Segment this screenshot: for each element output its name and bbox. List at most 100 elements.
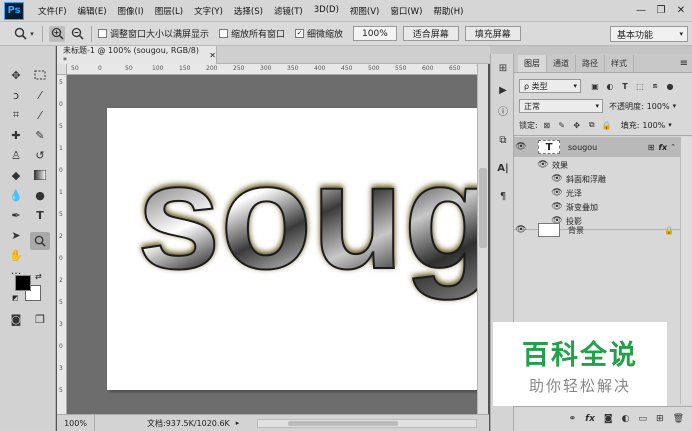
effects-header-row[interactable]: 👁 效果: [514, 158, 680, 172]
gradient-tool-icon[interactable]: [30, 166, 50, 184]
status-arrow-icon[interactable]: ▸: [236, 419, 240, 427]
close-tab-icon[interactable]: ✕: [209, 51, 216, 60]
close-button[interactable]: ✕: [672, 2, 690, 18]
tab-layers[interactable]: 图层: [518, 55, 547, 72]
canvas-area[interactable]: soug: [67, 75, 477, 414]
tab-channels[interactable]: 通道: [547, 55, 576, 72]
eyedropper-tool-icon[interactable]: ⁄: [30, 106, 50, 124]
clone-stamp-tool-icon[interactable]: ♙: [6, 146, 26, 164]
magic-wand-tool-icon[interactable]: ⁄: [30, 86, 50, 104]
layer-name[interactable]: sougou: [568, 143, 597, 152]
checkbox-checked[interactable]: ✓: [295, 29, 305, 38]
link-layers-icon[interactable]: ⚭: [569, 414, 577, 424]
screen-mode-icon[interactable]: ❐: [30, 310, 50, 328]
fill-value[interactable]: 100%: [642, 121, 665, 130]
new-layer-icon[interactable]: ⊞: [656, 414, 664, 424]
tab-paths[interactable]: 路径: [576, 55, 605, 72]
panel-menu-icon[interactable]: ≡: [680, 58, 688, 69]
checkbox-box[interactable]: [98, 29, 107, 38]
hand-tool-icon[interactable]: ✋: [6, 246, 26, 264]
document-tab[interactable]: 未标题-1 @ 100% (sougou, RGB/8) * ✕: [57, 46, 217, 65]
adjustments-panel-icon[interactable]: ⧉: [494, 132, 512, 149]
layer-name[interactable]: 背景: [568, 225, 584, 236]
horizontal-scrollbar[interactable]: [257, 419, 477, 428]
scrubby-zoom-checkbox[interactable]: ✓ 细微缩放: [295, 27, 343, 40]
zoom-in-icon[interactable]: [49, 25, 65, 42]
restore-button[interactable]: ❐: [652, 2, 670, 18]
menu-item[interactable]: 视图(V): [350, 5, 379, 17]
info-panel-icon[interactable]: ⓘ: [494, 102, 512, 119]
layers-scrollbar[interactable]: [680, 137, 692, 404]
filter-kind-select[interactable]: ρ 类型 ▾: [519, 79, 581, 93]
fit-screen-button[interactable]: 适合屏幕: [402, 26, 459, 41]
vertical-scroll-thumb[interactable]: [479, 168, 487, 248]
visibility-eye-icon[interactable]: 👁: [550, 174, 564, 184]
character-panel-icon[interactable]: A|: [494, 160, 512, 177]
layer-row-text[interactable]: 👁 T sougou ⊞ fx ⌃: [514, 137, 680, 157]
type-tool-icon[interactable]: T: [30, 206, 50, 224]
lasso-tool-icon[interactable]: ↄ: [6, 86, 26, 104]
lock-image-icon[interactable]: ✎: [556, 119, 568, 131]
lock-position-icon[interactable]: ✥: [571, 119, 583, 131]
opacity-value[interactable]: 100%: [647, 102, 670, 111]
menu-item[interactable]: 选择(S): [234, 5, 263, 17]
effect-row[interactable]: 👁 光泽: [514, 186, 680, 200]
quick-mask-icon[interactable]: ◙: [6, 310, 26, 328]
document-canvas[interactable]: soug: [107, 108, 477, 390]
filter-toggle-icon[interactable]: ●: [664, 80, 676, 92]
default-colors-icon[interactable]: ◩: [12, 294, 19, 302]
visibility-eye-icon[interactable]: 👁: [550, 202, 564, 212]
minimize-button[interactable]: —: [632, 2, 650, 18]
menu-item[interactable]: 帮助(H): [433, 5, 463, 17]
zoom-all-windows-checkbox[interactable]: 缩放所有窗口: [219, 27, 285, 40]
eraser-tool-icon[interactable]: ◆: [6, 166, 26, 184]
fill-screen-button[interactable]: 填充屏幕: [464, 26, 521, 41]
marquee-tool-icon[interactable]: [30, 66, 50, 84]
visibility-eye-icon[interactable]: 👁: [514, 142, 528, 152]
new-group-icon[interactable]: ▭: [639, 414, 648, 424]
pen-tool-icon[interactable]: ✒: [6, 206, 26, 224]
menu-item[interactable]: 图层(L): [155, 5, 183, 17]
menu-item[interactable]: 文件(F): [38, 5, 67, 17]
zoom-out-icon[interactable]: [69, 26, 85, 42]
workspace-select[interactable]: 基本功能 ▾: [610, 26, 688, 42]
layer-row-background[interactable]: 👁 背景 🔒: [514, 220, 680, 240]
filter-shape-icon[interactable]: ⬚: [634, 80, 646, 92]
play-actions-icon[interactable]: ▶: [494, 82, 512, 99]
chevron-down-icon[interactable]: ▾: [673, 102, 677, 110]
add-style-icon[interactable]: fx: [585, 414, 595, 424]
menu-item[interactable]: 3D(D): [314, 5, 339, 17]
resize-windows-checkbox[interactable]: 调整窗口大小以满屏显示: [98, 27, 209, 40]
delete-layer-icon[interactable]: 🗑: [673, 414, 684, 424]
blend-mode-select[interactable]: 正常 ▾: [519, 99, 603, 113]
filter-type-icon[interactable]: T: [619, 80, 631, 92]
zoom-value-field[interactable]: 100%: [353, 26, 397, 41]
add-mask-icon[interactable]: ◙: [604, 414, 613, 424]
chevron-up-icon[interactable]: ⌃: [670, 143, 676, 151]
visibility-eye-icon[interactable]: 👁: [514, 225, 528, 235]
filter-adjustment-icon[interactable]: ◐: [604, 80, 616, 92]
history-panel-icon[interactable]: ⊞: [494, 60, 512, 77]
blur-tool-icon[interactable]: 💧: [6, 186, 26, 204]
filter-pixel-icon[interactable]: ▣: [589, 80, 601, 92]
panel-collapse-bar[interactable]: [490, 46, 692, 54]
checkbox-box[interactable]: [219, 29, 229, 38]
menu-item[interactable]: 窗口(W): [390, 5, 422, 17]
lock-artboard-icon[interactable]: ⧉: [586, 119, 598, 131]
effect-row[interactable]: 👁 斜面和浮雕: [514, 172, 680, 186]
new-adjustment-icon[interactable]: ◐: [622, 414, 630, 424]
zoom-tool-icon[interactable]: [30, 232, 50, 250]
filter-smart-object-icon[interactable]: ⧈: [649, 80, 661, 92]
status-zoom[interactable]: 100%: [57, 415, 95, 431]
menu-item[interactable]: 编辑(E): [78, 5, 107, 17]
menu-item[interactable]: 文字(Y): [194, 5, 223, 17]
paragraph-panel-icon[interactable]: ¶: [494, 188, 512, 205]
tab-styles[interactable]: 样式: [605, 55, 634, 72]
chevron-down-icon[interactable]: ▾: [668, 121, 672, 129]
fx-badge[interactable]: fx: [658, 143, 667, 152]
lock-transparent-icon[interactable]: ⊠: [541, 119, 553, 131]
vertical-scrollbar[interactable]: [477, 64, 488, 414]
brush-tool-icon[interactable]: ✎: [30, 126, 50, 144]
path-selection-tool-icon[interactable]: ➤: [6, 226, 26, 244]
swap-colors-icon[interactable]: ⇄: [35, 272, 42, 281]
